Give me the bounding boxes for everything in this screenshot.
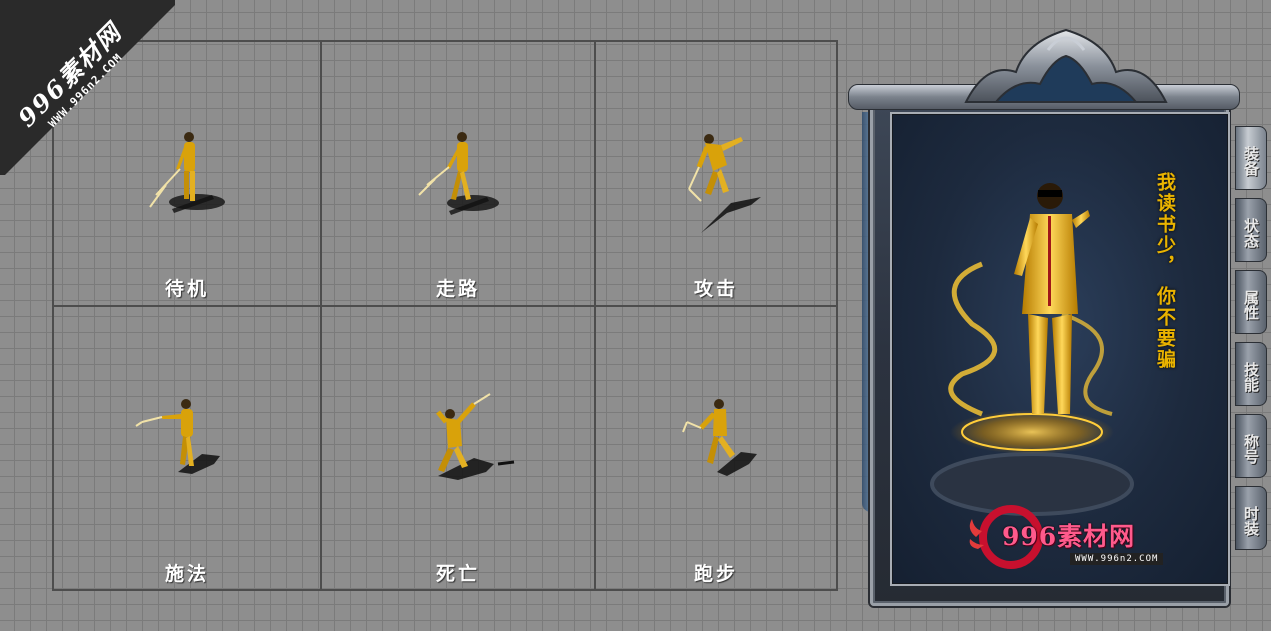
tab-fashion[interactable]: 时装 [1235,486,1267,550]
animation-label: 施法 [164,563,209,585]
animation-label: 跑步 [693,563,738,585]
tab-titles[interactable]: 称号 [1235,414,1267,478]
tab-equipment[interactable]: 装备 [1235,126,1267,190]
character-panel: 我读书少， 你不要骗 996素材网 WWW.996n2.COM 装备 状态 属性… [848,22,1271,606]
logo-text: 996素材网 [1002,522,1136,551]
quote-line: 我读书少， [1154,172,1176,277]
animation-cell-run[interactable]: 跑步 [596,307,836,589]
animation-label: 待机 [164,278,209,300]
quote-line: 你不要骗 [1154,285,1176,370]
animation-label: 攻击 [693,278,738,300]
character-sprite-icon [135,399,220,474]
ornate-crown-icon [964,28,1168,103]
tab-status[interactable]: 状态 [1235,198,1267,262]
character-display: 我读书少， 你不要骗 996素材网 WWW.996n2.COM [890,112,1230,586]
character-sprite-icon [436,393,515,480]
tab-skills[interactable]: 技能 [1235,342,1267,406]
animation-cell-walk[interactable]: 走路 [322,42,596,307]
animation-cell-death[interactable]: 死亡 [322,307,596,589]
tab-attributes[interactable]: 属性 [1235,270,1267,334]
animation-cell-attack[interactable]: 攻击 [596,42,836,307]
character-sprite-icon [688,134,761,233]
corner-watermark: 996素材网 WWW.996n2.COM [0,0,175,175]
animation-cell-cast[interactable]: 施法 [54,307,322,589]
animation-label: 死亡 [435,563,480,585]
character-sprite-icon [682,399,757,476]
brand-logo: 996素材网 WWW.996n2.COM [966,499,1166,574]
logo-subtext: WWW.996n2.COM [1070,553,1164,565]
character-sprite-icon [418,132,499,215]
animation-label: 走路 [435,278,480,300]
character-quote: 我读书少， 你不要骗 [1154,172,1176,370]
panel-tab-bar: 装备 状态 属性 技能 称号 时装 [1235,126,1269,558]
